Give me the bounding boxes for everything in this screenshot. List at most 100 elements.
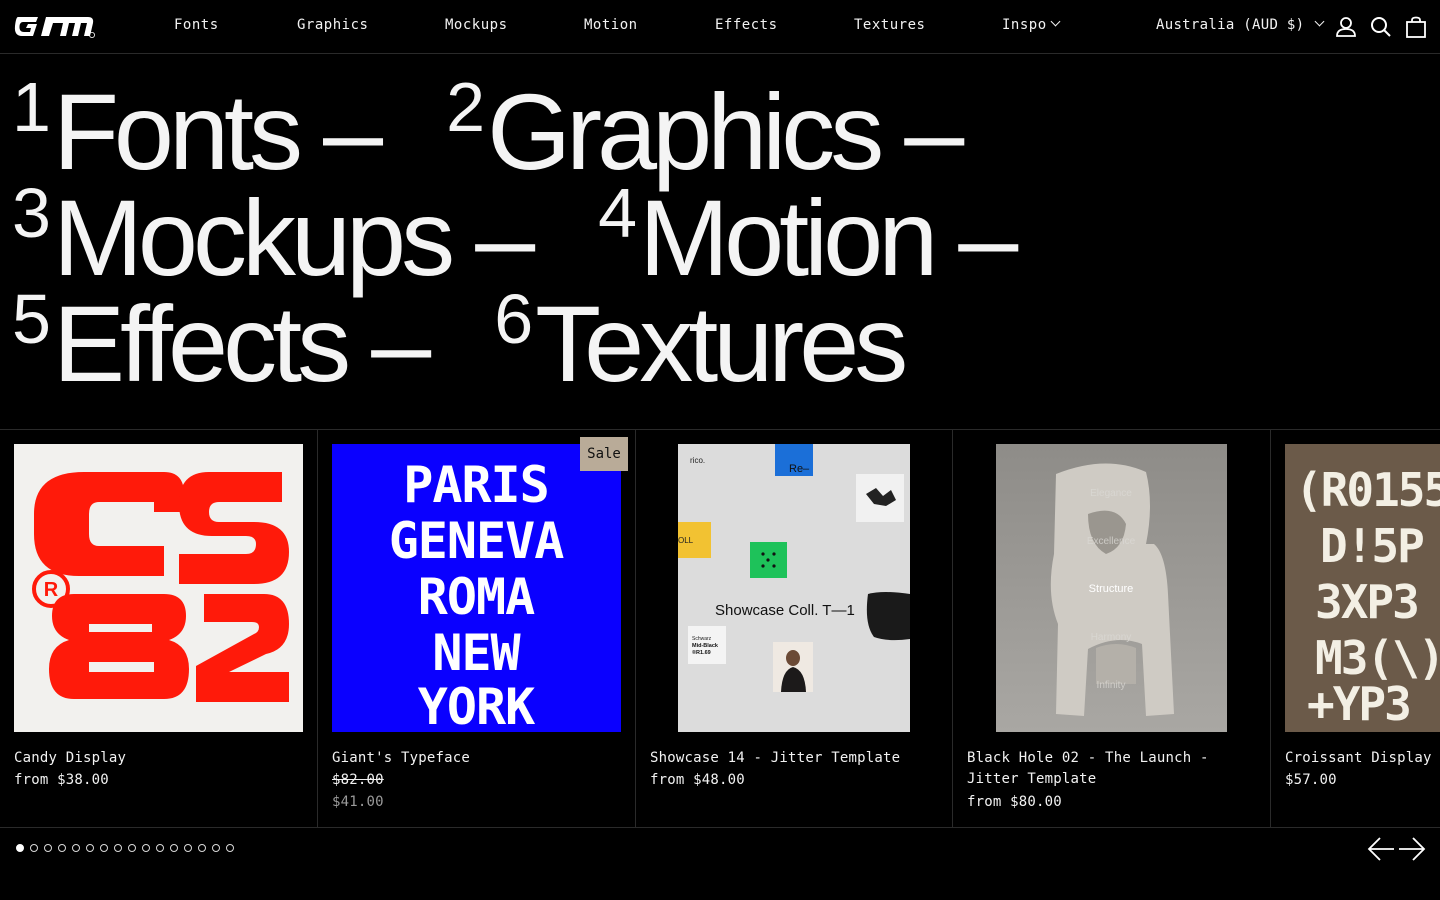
carousel-dot[interactable] [16,844,24,852]
carousel-dot[interactable] [86,844,94,852]
svg-text:Mid-Black: Mid-Black [692,643,719,649]
product-title: Candy Display [14,750,127,766]
product-image: (R0155 D!5P 3XP3 M3(\) +YP3 [1285,444,1440,732]
product-image: Elegance Excellence Harmony Infinity Str… [996,444,1227,732]
hero-label: Fonts – [52,71,383,192]
sale-badge: Sale [580,437,628,471]
carousel-dot[interactable] [170,844,178,852]
svg-text:Re–: Re– [789,463,810,475]
cart-icon[interactable] [1405,16,1427,38]
product-title: Croissant Display [1285,750,1432,766]
product-price: from $38.00 [14,772,109,788]
svg-text:Harmony: Harmony [1091,632,1132,643]
nav-effects[interactable]: Effects [715,17,778,33]
product-card-giants-typeface[interactable]: PARIS GENEVA ROMA NEW YORK Sale Giant's … [318,430,636,827]
svg-text:ROMA: ROMA [418,568,535,626]
hero-num: 3 [12,174,51,252]
product-card-black-hole-02[interactable]: Elegance Excellence Harmony Infinity Str… [953,430,1271,827]
svg-text:Infinity: Infinity [1097,680,1126,691]
carousel-dot[interactable] [58,844,66,852]
hero-link-effects[interactable]: 5Effects – [12,284,431,398]
carousel-dot[interactable] [198,844,206,852]
nav-fonts[interactable]: Fonts [174,17,219,33]
product-card-candy-display[interactable]: R Candy Display from $38.00 [0,430,318,827]
region-selector[interactable]: Australia (AUD $) [1156,16,1325,33]
hero-link-fonts[interactable]: 1Fonts – [12,72,383,186]
svg-text:+YP3: +YP3 [1307,677,1410,731]
product-price-original: $82.00 [332,772,384,788]
carousel-dot[interactable] [226,844,234,852]
hero-link-mockups[interactable]: 3Mockups – [12,178,535,292]
hero-num: 2 [446,68,486,146]
carousel-dot[interactable] [156,844,164,852]
product-price-sale: $41.00 [332,794,384,810]
carousel-dot[interactable] [128,844,136,852]
svg-text:(R0155: (R0155 [1295,463,1440,517]
carousel-dot[interactable] [100,844,108,852]
account-icon[interactable] [1335,16,1357,38]
carousel-dot[interactable] [44,844,52,852]
hero-num: 1 [12,68,51,146]
product-title: Showcase 14 - Jitter Template [650,750,901,766]
nav-inspo[interactable]: Inspo [1002,16,1061,33]
product-title-line-1: Black Hole 02 - The Launch - [967,750,1209,766]
hero-label: Effects – [52,283,431,404]
hero-num: 5 [12,280,51,358]
hero-line-2: 3Mockups – 4Motion – [12,178,1018,292]
carousel-dot[interactable] [212,844,220,852]
svg-text:YORK: YORK [418,678,535,732]
nav-mockups[interactable]: Mockups [445,17,508,33]
hero-link-motion[interactable]: 4Motion – [598,178,1018,292]
hero-label: Mockups – [52,177,535,298]
product-image: R [14,444,303,732]
hero-label: Graphics – [487,71,964,192]
arrow-left-icon[interactable] [1367,836,1395,862]
nav-motion[interactable]: Motion [584,17,638,33]
svg-text:OLL: OLL [678,536,694,545]
hero-label: Textures [535,283,908,404]
product-price: $57.00 [1285,772,1337,788]
carousel-dot[interactable] [30,844,38,852]
arrow-right-icon[interactable] [1398,836,1426,862]
nav-inspo-label: Inspo [1002,17,1047,33]
svg-text:PARIS: PARIS [403,456,549,514]
site-header: Fonts Graphics Mockups Motion Effects Te… [0,0,1440,54]
svg-text:NEW: NEW [432,624,521,682]
product-title-line-2: Jitter Template [967,771,1097,787]
nav-textures[interactable]: Textures [854,17,925,33]
chevron-down-icon [1050,16,1061,27]
hero-link-graphics[interactable]: 2Graphics – [446,72,964,186]
svg-text:D!5P: D!5P [1320,519,1423,573]
svg-text:Elegance: Elegance [1090,488,1132,499]
hero-line-3: 5Effects – 6Textures [12,284,908,398]
hero-label: Motion – [639,177,1018,298]
product-card-croissant-display[interactable]: (R0155 D!5P 3XP3 M3(\) +YP3 Croissant Di… [1271,430,1440,827]
svg-text:GENEVA: GENEVA [389,512,565,570]
carousel-dot[interactable] [72,844,80,852]
gm-logo-icon[interactable] [14,13,96,40]
nav-graphics[interactable]: Graphics [297,17,368,33]
carousel-dot[interactable] [114,844,122,852]
product-image: rico. Re– OLL Showcase Coll. T—1 Schwarz… [678,444,910,732]
hero-num: 4 [598,174,638,252]
category-hero: 1Fonts –2Graphics – 3Mockups –4Motion – … [0,54,1440,430]
hero-line-1: 1Fonts – 2Graphics – [12,72,964,186]
product-card-showcase-14[interactable]: rico. Re– OLL Showcase Coll. T—1 Schwarz… [636,430,953,827]
svg-text:rico.: rico. [690,456,705,465]
svg-text:Schwarz: Schwarz [692,636,712,642]
hero-link-textures[interactable]: 6Textures [494,284,908,398]
region-label: Australia (AUD $) [1156,17,1305,33]
svg-text:R: R [44,579,59,601]
product-price: from $80.00 [967,794,1062,810]
svg-text:Structure: Structure [1089,583,1134,595]
carousel-dot[interactable] [184,844,192,852]
svg-text:3XP3: 3XP3 [1315,575,1418,629]
svg-text:Excellence: Excellence [1087,536,1136,547]
svg-text:®R1.69: ®R1.69 [692,649,711,656]
product-title: Giant's Typeface [332,750,471,766]
product-image: PARIS GENEVA ROMA NEW YORK [332,444,621,732]
svg-text:Showcase Coll. T—1: Showcase Coll. T—1 [715,602,855,619]
search-icon[interactable] [1370,16,1392,38]
carousel-dot[interactable] [142,844,150,852]
hero-num: 6 [494,280,534,358]
